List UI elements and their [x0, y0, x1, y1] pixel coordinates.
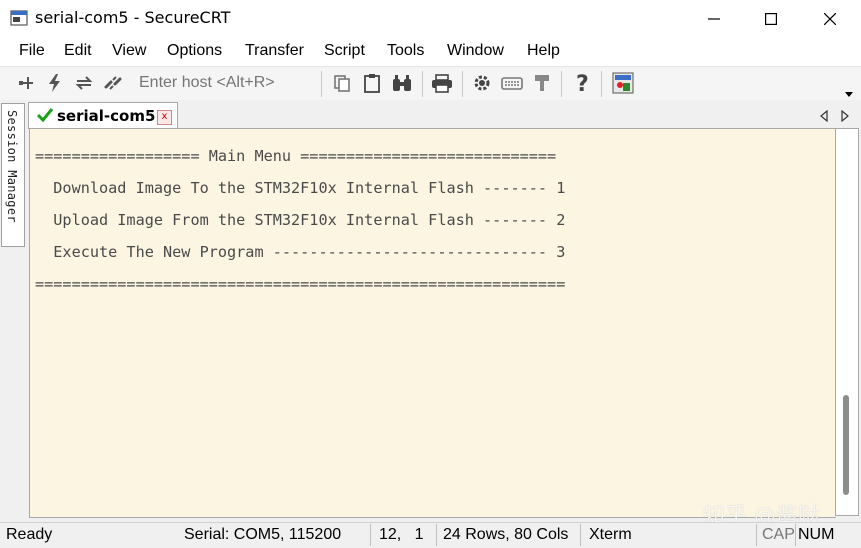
terminal-line: Download Image To the STM32F10x Internal… [35, 179, 566, 197]
menu-window[interactable]: Window [447, 42, 504, 60]
about-icon[interactable] [612, 72, 634, 94]
session-manager-tab[interactable]: Session Manager [1, 103, 25, 247]
status-size: 24 Rows, 80 Cols [443, 526, 569, 543]
copy-icon[interactable] [331, 72, 353, 94]
maximize-button[interactable] [742, 0, 800, 37]
status-separator [370, 524, 371, 546]
securecrt-app-icon[interactable] [10, 9, 28, 27]
host-input[interactable] [133, 71, 315, 95]
status-separator [795, 524, 796, 546]
terminal-line: Execute The New Program ----------------… [35, 243, 566, 261]
status-separator [436, 524, 437, 546]
terminal-line: ================== Main Menu ===========… [35, 147, 557, 165]
vertical-scrollbar[interactable] [835, 128, 859, 516]
terminal-line: Upload Image From the STM32F10x Internal… [35, 211, 566, 229]
tab-scroll-left-icon[interactable] [820, 107, 828, 126]
status-separator [580, 524, 581, 546]
toolbar-separator [601, 71, 602, 97]
menu-options[interactable]: Options [167, 42, 222, 60]
toolbar-separator [462, 71, 463, 97]
menu-help[interactable]: Help [527, 42, 560, 60]
minimize-button[interactable] [685, 0, 743, 37]
menu-script[interactable]: Script [324, 42, 365, 60]
find-icon[interactable] [391, 72, 413, 94]
terminal-screen[interactable]: ================== Main Menu ===========… [29, 128, 836, 518]
status-bar [0, 522, 861, 548]
tab-close-button[interactable]: x [157, 110, 172, 125]
settings-icon[interactable] [471, 72, 493, 94]
status-ready: Ready [6, 526, 53, 543]
minimize-icon [708, 17, 720, 20]
close-button[interactable] [801, 0, 859, 37]
status-term: Xterm [589, 526, 632, 543]
keymap-icon[interactable] [501, 72, 523, 94]
print-icon[interactable] [431, 72, 453, 94]
connect-icon[interactable] [15, 72, 37, 94]
toolbar-separator [561, 71, 562, 97]
status-separator [756, 524, 757, 546]
session-manager-label: Session Manager [5, 110, 19, 223]
scrollbar-thumb[interactable] [843, 395, 849, 495]
menu-tools[interactable]: Tools [387, 42, 424, 60]
disconnect-icon[interactable] [102, 72, 124, 94]
help-icon[interactable]: ? [571, 72, 593, 94]
toolbar-separator [321, 71, 322, 97]
terminal-line: ========================================… [35, 275, 566, 293]
reconnect-icon[interactable] [73, 72, 95, 94]
quick-connect-icon[interactable] [44, 72, 66, 94]
menu-edit[interactable]: Edit [64, 42, 92, 60]
check-icon [36, 108, 54, 123]
status-cursor: 12, 1 [379, 526, 424, 543]
tab-label: serial-com5 [57, 107, 156, 125]
menu-file[interactable]: File [19, 42, 45, 60]
toolbar-separator [422, 71, 423, 97]
status-serial: Serial: COM5, 115200 [184, 526, 342, 543]
status-num: NUM [798, 526, 835, 543]
tab-serial-com5[interactable]: serial-com5 x [28, 102, 178, 129]
paste-icon[interactable] [361, 72, 383, 94]
svg-text:?: ? [576, 72, 589, 94]
maximize-icon [765, 12, 777, 25]
menu-view[interactable]: View [112, 42, 146, 60]
window-title: serial-com5 - SecureCRT [35, 8, 231, 27]
status-cap: CAP [762, 526, 795, 543]
sftp-icon[interactable] [531, 72, 553, 94]
tab-scroll-right-icon[interactable] [841, 107, 849, 126]
menu-transfer[interactable]: Transfer [245, 42, 304, 60]
close-icon [824, 12, 836, 25]
